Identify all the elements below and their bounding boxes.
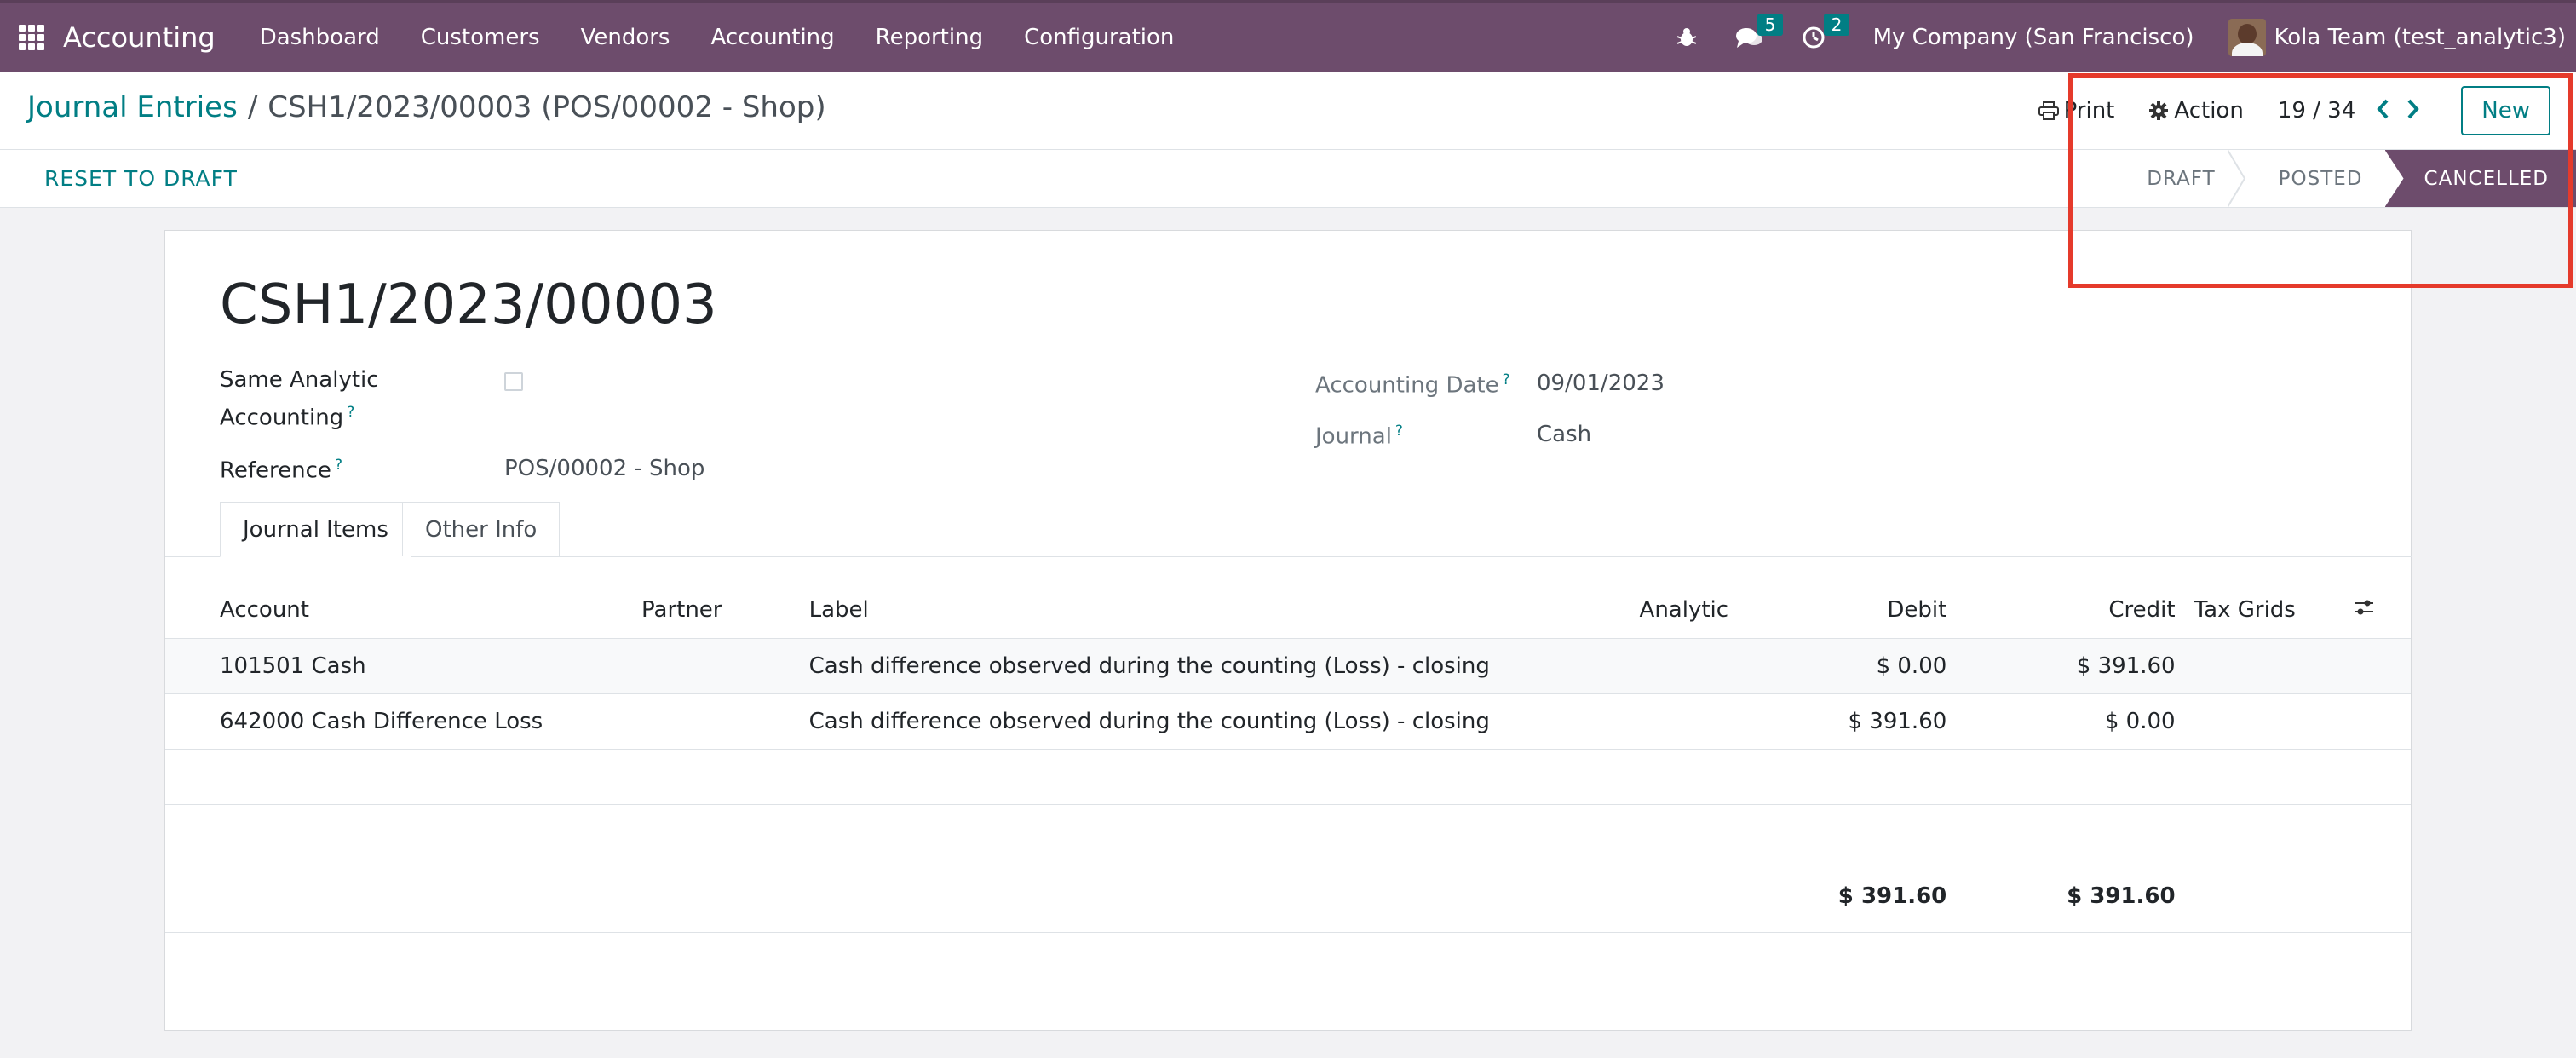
tab-other-info[interactable]: Other Info <box>402 502 561 556</box>
col-partner[interactable]: Partner <box>636 582 804 639</box>
cell-debit: $ 0.00 <box>1802 638 1952 694</box>
tab-journal-items[interactable]: Journal Items <box>220 502 411 557</box>
menu-customers[interactable]: Customers <box>421 25 540 50</box>
notebook-tabs: Journal Items Other Info <box>165 502 2412 557</box>
breadcrumb-separator: / <box>247 90 258 124</box>
col-tax-grids[interactable]: Tax Grids <box>2180 582 2349 639</box>
journal-label: Journal? <box>1315 415 1403 453</box>
empty-row <box>165 804 2411 860</box>
entry-title: CSH1/2023/00003 <box>220 273 717 336</box>
cell-partner <box>636 638 804 694</box>
journal-value[interactable]: Cash <box>1537 422 1591 447</box>
top-navbar: Accounting Dashboard Customers Vendors A… <box>0 0 2576 72</box>
accounting-date-label: Accounting Date? <box>1315 364 1510 402</box>
messages-badge: 5 <box>1757 13 1784 36</box>
col-analytic[interactable]: Analytic <box>1634 582 1803 639</box>
menu-configuration[interactable]: Configuration <box>1024 25 1174 50</box>
breadcrumb-journal-entries[interactable]: Journal Entries <box>27 90 238 124</box>
same-analytic-label-line1: Same Analytic <box>220 367 379 393</box>
totals-spacer <box>165 860 1803 933</box>
cell-label: Cash difference observed during the coun… <box>803 693 1635 750</box>
reference-label: Reference? <box>220 449 342 487</box>
cell-credit: $ 391.60 <box>1952 638 2181 694</box>
menu-vendors[interactable]: Vendors <box>581 25 670 50</box>
totals-spacer <box>2180 860 2411 933</box>
accounting-date-label-text: Accounting Date <box>1315 372 1499 399</box>
table-row[interactable]: 642000 Cash Difference Loss Cash differe… <box>165 693 2411 750</box>
reference-value[interactable]: POS/00002 - Shop <box>504 456 704 481</box>
empty-row <box>165 749 2411 805</box>
form-sheet: CSH1/2023/00003 Same Analytic Accounting… <box>164 230 2412 1031</box>
total-credit: $ 391.60 <box>1952 860 2181 933</box>
cell-debit: $ 391.60 <box>1802 693 1952 750</box>
apps-menu-icon[interactable] <box>19 24 44 50</box>
same-analytic-checkbox[interactable] <box>504 372 523 391</box>
cell-partner <box>636 693 804 750</box>
total-debit: $ 391.60 <box>1802 860 1952 933</box>
user-menu[interactable]: Kola Team (test_analytic3) <box>2228 18 2567 56</box>
highlight-box <box>2068 73 2573 288</box>
user-name: Kola Team (test_analytic3) <box>2274 24 2567 50</box>
debug-bug-icon[interactable] <box>1676 26 1698 49</box>
accounting-date-value[interactable]: 09/01/2023 <box>1537 371 1665 396</box>
cell-analytic <box>1634 638 1803 694</box>
help-icon[interactable]: ? <box>335 457 342 474</box>
cell-empty <box>2348 693 2411 750</box>
help-icon[interactable]: ? <box>1395 423 1403 440</box>
col-credit[interactable]: Credit <box>1952 582 2181 639</box>
same-analytic-label: Same Analytic Accounting? <box>220 364 379 434</box>
cell-account: 642000 Cash Difference Loss <box>165 693 636 750</box>
reference-label-text: Reference <box>220 457 331 484</box>
journal-label-text: Journal <box>1315 423 1392 450</box>
table-row[interactable]: 101501 Cash Cash difference observed dur… <box>165 638 2411 694</box>
optional-columns-icon[interactable] <box>2348 582 2411 639</box>
cell-empty <box>2348 638 2411 694</box>
same-analytic-label-line2: Accounting <box>220 405 344 431</box>
cell-tax-grids <box>2180 693 2349 750</box>
cell-label: Cash difference observed during the coun… <box>803 638 1635 694</box>
print-icon <box>2038 101 2059 120</box>
col-account[interactable]: Account <box>165 582 636 639</box>
journal-items-table: Account Partner Label Analytic Debit Cre… <box>165 582 2411 933</box>
menu-accounting[interactable]: Accounting <box>710 25 834 50</box>
breadcrumb: Journal Entries / CSH1/2023/00003 (POS/0… <box>27 90 826 124</box>
company-switcher[interactable]: My Company (San Francisco) <box>1873 25 2194 50</box>
cell-analytic <box>1634 693 1803 750</box>
cell-credit: $ 0.00 <box>1952 693 2181 750</box>
help-icon[interactable]: ? <box>1503 371 1510 388</box>
menu-dashboard[interactable]: Dashboard <box>260 25 380 50</box>
help-icon[interactable]: ? <box>347 404 354 421</box>
col-debit[interactable]: Debit <box>1802 582 1952 639</box>
totals-row: $ 391.60 $ 391.60 <box>165 860 2411 933</box>
activities-clock-icon[interactable]: 2 <box>1802 13 1850 49</box>
breadcrumb-current: CSH1/2023/00003 (POS/00002 - Shop) <box>267 90 826 124</box>
col-label[interactable]: Label <box>803 582 1635 639</box>
app-brand[interactable]: Accounting <box>63 21 216 54</box>
cell-account: 101501 Cash <box>165 638 636 694</box>
messages-icon[interactable]: 5 <box>1735 13 1784 49</box>
activities-badge: 2 <box>1823 13 1850 36</box>
menu-reporting[interactable]: Reporting <box>876 25 983 50</box>
avatar <box>2228 18 2266 56</box>
reset-to-draft-button[interactable]: RESET TO DRAFT <box>44 166 238 191</box>
cell-tax-grids <box>2180 638 2349 694</box>
